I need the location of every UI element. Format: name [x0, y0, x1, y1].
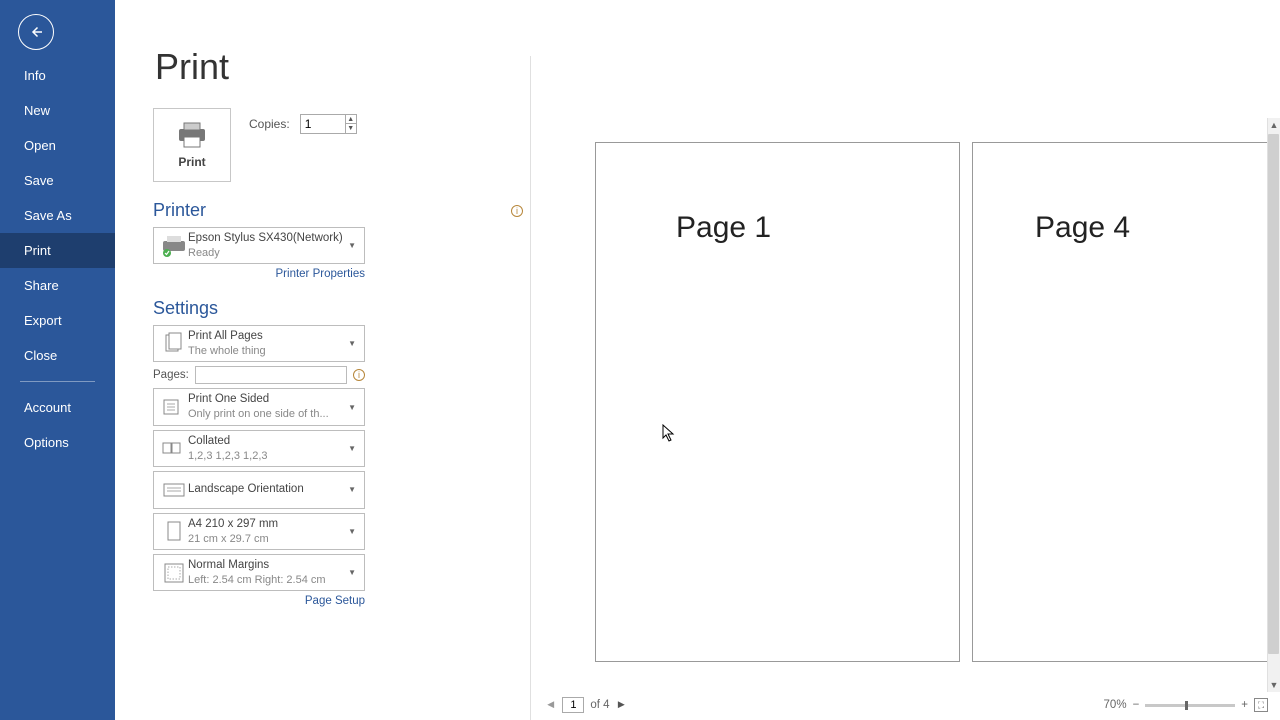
collation-dropdown[interactable]: Collated 1,2,3 1,2,3 1,2,3 ▼	[153, 430, 365, 467]
prev-page-button[interactable]: ◄	[545, 699, 556, 711]
page-setup-link[interactable]: Page Setup	[305, 595, 365, 607]
current-page-input[interactable]	[562, 697, 584, 713]
printer-section-title: Printer	[153, 200, 206, 221]
one-sided-icon	[160, 393, 188, 421]
setting-margins-line1: Normal Margins	[188, 558, 344, 573]
copies-spinner[interactable]: ▲ ▼	[346, 114, 357, 134]
nav-close[interactable]: Close	[0, 338, 115, 373]
chevron-down-icon: ▼	[344, 568, 360, 577]
setting-paper-line2: 21 cm x 29.7 cm	[188, 532, 344, 546]
chevron-down-icon: ▼	[344, 339, 360, 348]
print-preview: Page 1 Page 4	[545, 118, 1268, 692]
info-icon[interactable]: i	[353, 369, 365, 381]
fit-to-window-button[interactable]: ⛶	[1254, 698, 1268, 712]
nav-options[interactable]: Options	[0, 425, 115, 460]
copies-input[interactable]	[300, 114, 346, 134]
info-icon[interactable]: i	[511, 205, 523, 217]
print-sides-dropdown[interactable]: Print One Sided Only print on one side o…	[153, 388, 365, 425]
cursor-icon	[662, 424, 676, 442]
pages-icon	[160, 330, 188, 358]
nav-separator	[20, 381, 95, 382]
pages-label: Pages:	[153, 369, 189, 381]
landscape-icon	[160, 476, 188, 504]
scroll-thumb[interactable]	[1268, 134, 1279, 654]
page-icon	[160, 518, 188, 546]
preview-page-1: Page 1	[595, 142, 960, 662]
pages-input[interactable]	[195, 366, 347, 384]
nav-open[interactable]: Open	[0, 128, 115, 163]
margins-icon	[160, 559, 188, 587]
collated-icon	[160, 434, 188, 462]
chevron-up-icon[interactable]: ▲	[346, 115, 356, 124]
preview-page-1-label: Page 1	[676, 211, 771, 245]
print-button[interactable]: Print	[153, 108, 231, 182]
setting-orientation-line1: Landscape Orientation	[188, 482, 344, 497]
nav-save-as[interactable]: Save As	[0, 198, 115, 233]
next-page-button[interactable]: ►	[616, 699, 627, 711]
nav-account[interactable]: Account	[0, 390, 115, 425]
setting-sides-line2: Only print on one side of th...	[188, 407, 344, 421]
zoom-out-button[interactable]: −	[1133, 699, 1140, 711]
setting-sides-line1: Print One Sided	[188, 392, 344, 407]
setting-collated-line2: 1,2,3 1,2,3 1,2,3	[188, 449, 344, 463]
nav-print[interactable]: Print	[0, 233, 115, 268]
setting-collated-line1: Collated	[188, 434, 344, 449]
chevron-down-icon: ▼	[344, 241, 360, 250]
preview-page-2: Page 4	[972, 142, 1280, 662]
print-button-label: Print	[178, 155, 205, 169]
scroll-down-icon[interactable]: ▼	[1268, 678, 1280, 692]
nav-share[interactable]: Share	[0, 268, 115, 303]
print-which-pages-dropdown[interactable]: Print All Pages The whole thing ▼	[153, 325, 365, 362]
printer-properties-link[interactable]: Printer Properties	[276, 268, 365, 280]
setting-allpages-line2: The whole thing	[188, 344, 344, 358]
zoom-slider[interactable]	[1145, 704, 1235, 707]
setting-paper-line1: A4 210 x 297 mm	[188, 517, 344, 532]
back-button[interactable]	[18, 14, 54, 50]
chevron-down-icon[interactable]: ▼	[346, 124, 356, 133]
printer-icon	[175, 121, 209, 149]
setting-allpages-line1: Print All Pages	[188, 329, 344, 344]
nav-new[interactable]: New	[0, 93, 115, 128]
page-title: Print	[115, 0, 1280, 96]
zoom-in-button[interactable]: +	[1241, 699, 1248, 711]
printer-ready-icon	[160, 232, 188, 260]
total-pages-label: of 4	[590, 699, 609, 711]
printer-name: Epson Stylus SX430(Network)	[188, 231, 344, 246]
nav-save[interactable]: Save	[0, 163, 115, 198]
scroll-up-icon[interactable]: ▲	[1268, 118, 1280, 132]
zoom-label: 70%	[1104, 699, 1127, 711]
chevron-down-icon: ▼	[344, 485, 360, 494]
paper-size-dropdown[interactable]: A4 210 x 297 mm 21 cm x 29.7 cm ▼	[153, 513, 365, 550]
chevron-down-icon: ▼	[344, 403, 360, 412]
chevron-down-icon: ▼	[344, 444, 360, 453]
setting-margins-line2: Left: 2.54 cm Right: 2.54 cm	[188, 573, 344, 587]
printer-dropdown[interactable]: Epson Stylus SX430(Network) Ready ▼	[153, 227, 365, 264]
chevron-down-icon: ▼	[344, 527, 360, 536]
preview-page-2-label: Page 4	[1035, 211, 1130, 245]
orientation-dropdown[interactable]: Landscape Orientation ▼	[153, 471, 365, 509]
backstage-sidebar: Info New Open Save Save As Print Share E…	[0, 0, 115, 720]
margins-dropdown[interactable]: Normal Margins Left: 2.54 cm Right: 2.54…	[153, 554, 365, 591]
vertical-divider	[530, 56, 531, 720]
zoom-handle[interactable]	[1185, 701, 1188, 710]
nav-export[interactable]: Export	[0, 303, 115, 338]
copies-label: Copies:	[249, 117, 290, 131]
preview-scrollbar[interactable]: ▲ ▼	[1267, 118, 1280, 692]
printer-status: Ready	[188, 246, 344, 260]
settings-section-title: Settings	[153, 298, 218, 319]
nav-info[interactable]: Info	[0, 58, 115, 93]
